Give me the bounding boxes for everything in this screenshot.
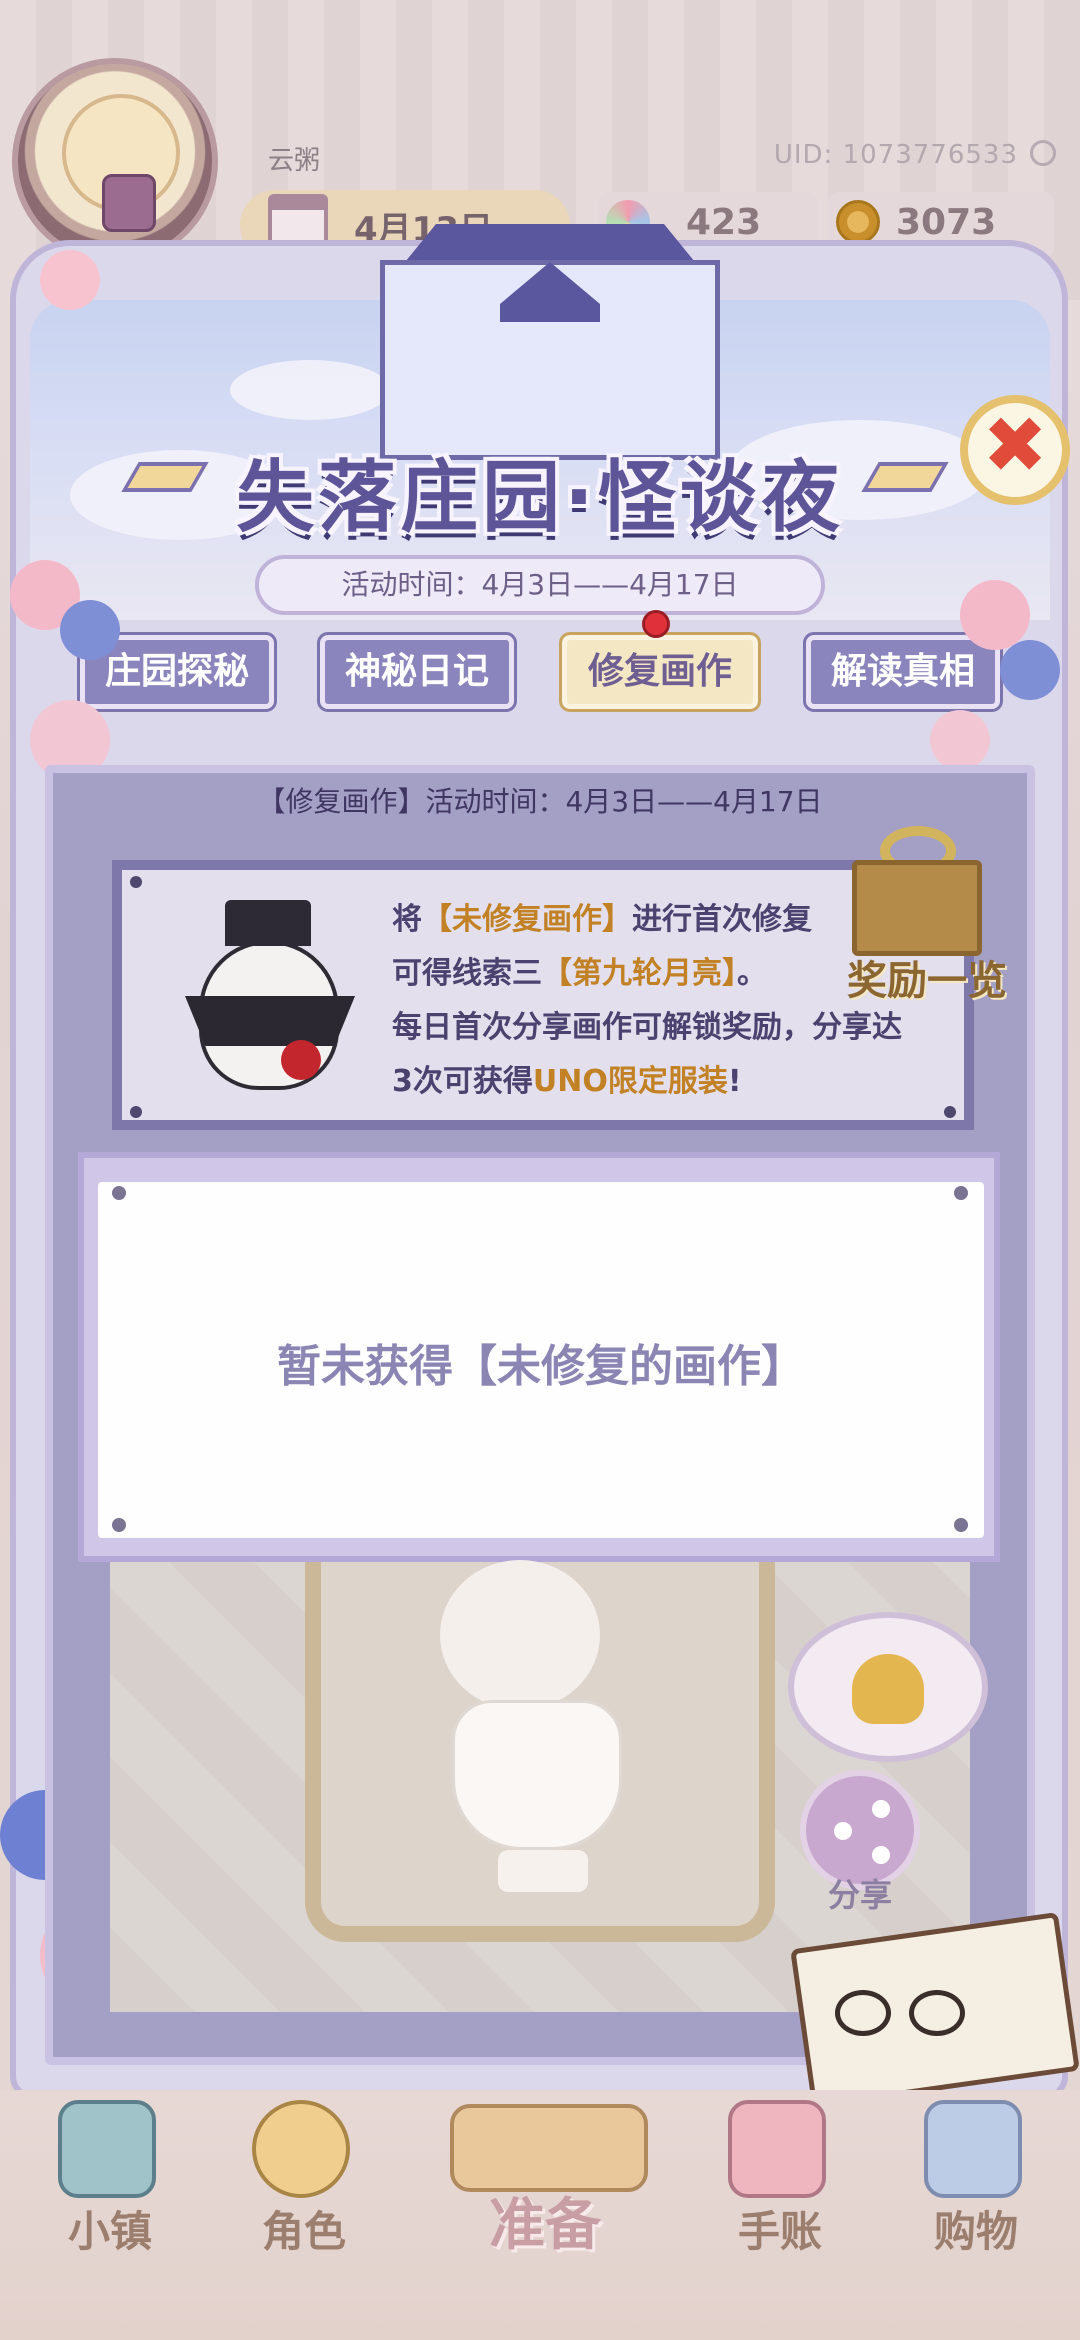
hair-icon xyxy=(852,1654,924,1724)
gift-box-icon xyxy=(852,860,982,956)
flower-decoration xyxy=(930,710,990,770)
share-label[interactable]: 分享 xyxy=(800,1870,920,1916)
journal-icon[interactable] xyxy=(728,2100,826,2198)
rivet-icon xyxy=(954,1186,968,1200)
flower-decoration xyxy=(40,250,100,310)
coin-icon xyxy=(836,200,880,244)
player-avatar[interactable] xyxy=(12,58,218,264)
nav-character[interactable]: 角色 xyxy=(224,2198,384,2259)
player-uid: UID: 1073776533 xyxy=(773,140,1018,170)
event-period: 活动时间：4月3日——4月17日 xyxy=(255,555,825,615)
nav-prepare[interactable]: 准备 xyxy=(465,2180,625,2261)
empty-painting-message: 暂未获得【未修复的画作】 xyxy=(277,1341,805,1392)
event-title: 失落庄园·怪谈夜 xyxy=(236,453,844,543)
copy-uid-icon[interactable] xyxy=(1030,140,1056,166)
notification-pin-icon xyxy=(642,610,670,638)
map-icon[interactable] xyxy=(58,2100,156,2198)
hairstyle-button[interactable] xyxy=(788,1612,988,1762)
prepare-icon[interactable] xyxy=(450,2104,648,2192)
doll-legs xyxy=(498,1850,588,1892)
repair-period-heading: 【修复画作】活动时间：4月3日——4月17日 xyxy=(257,785,823,818)
flower-decoration xyxy=(60,600,120,660)
coin-count: 3073 xyxy=(896,202,997,243)
tab-mystery-diary[interactable]: 神秘日记 xyxy=(317,632,517,712)
doll-head xyxy=(440,1560,600,1710)
reward-overview-label[interactable]: 奖励一览 xyxy=(832,948,1022,1006)
rivet-icon xyxy=(130,1106,142,1118)
glasses-icon xyxy=(835,1990,975,2040)
shopping-bag-icon[interactable] xyxy=(924,2100,1022,2198)
character-icon[interactable] xyxy=(252,2100,350,2198)
uno-bear-mascot-icon xyxy=(185,900,355,1090)
close-button[interactable]: ✖ xyxy=(960,395,1070,505)
flower-decoration xyxy=(1000,640,1060,700)
share-icon xyxy=(834,1822,852,1840)
gem-count: 423 xyxy=(686,202,762,243)
flower-decoration xyxy=(960,580,1030,650)
player-name: 云粥 xyxy=(268,146,321,176)
rivet-icon xyxy=(112,1186,126,1200)
nav-journal[interactable]: 手账 xyxy=(700,2198,860,2259)
rivet-icon xyxy=(112,1518,126,1532)
drink-cup-icon xyxy=(102,174,156,232)
doll-dress xyxy=(452,1700,622,1850)
tab-repair-painting[interactable]: 修复画作 xyxy=(559,632,761,712)
rivet-icon xyxy=(130,876,142,888)
nav-town[interactable]: 小镇 xyxy=(30,2198,190,2259)
tab-read-truth[interactable]: 解读真相 xyxy=(803,632,1003,712)
nav-shopping[interactable]: 购物 xyxy=(896,2198,1056,2259)
rivet-icon xyxy=(954,1518,968,1532)
